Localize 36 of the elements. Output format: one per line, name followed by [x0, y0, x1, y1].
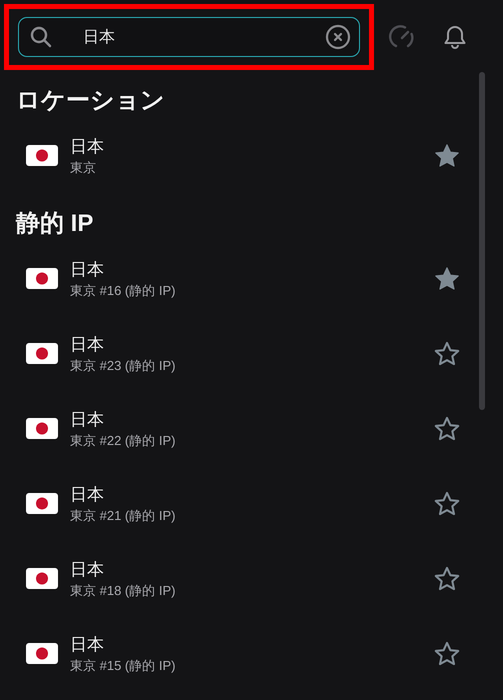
- country-name: 日本: [70, 334, 105, 356]
- section-heading: ロケーション: [16, 86, 166, 116]
- city-name: 東京 #22 (静的 IP): [70, 432, 176, 450]
- city-name: 東京 #21 (静的 IP): [70, 506, 176, 524]
- favorite-star-icon[interactable]: [433, 640, 461, 668]
- favorite-star-icon[interactable]: [433, 264, 461, 292]
- search-icon: [29, 25, 53, 49]
- clear-button[interactable]: [325, 24, 351, 50]
- flag-icon: [26, 268, 58, 289]
- favorite-star-icon[interactable]: [433, 414, 461, 442]
- flag-icon: [26, 643, 58, 664]
- favorite-star-icon[interactable]: [433, 142, 461, 170]
- flag-icon: [26, 568, 58, 589]
- country-name: 日本: [70, 558, 105, 580]
- city-name: 東京 #18 (静的 IP): [70, 582, 176, 600]
- city-name: 東京 #15 (静的 IP): [70, 656, 176, 674]
- city-name: 東京 #16 (静的 IP): [70, 282, 176, 300]
- section-heading: 静的 IP: [16, 209, 94, 239]
- city-name: 東京 #23 (静的 IP): [70, 356, 176, 374]
- country-name: 日本: [70, 258, 105, 280]
- country-name: 日本: [70, 136, 105, 158]
- favorite-star-icon[interactable]: [433, 340, 461, 368]
- flag-icon: [26, 343, 58, 364]
- favorite-star-icon[interactable]: [433, 564, 461, 592]
- search-field[interactable]: 日本: [18, 17, 360, 57]
- city-name: 東京: [70, 158, 97, 176]
- country-name: 日本: [70, 408, 105, 430]
- flag-icon: [26, 493, 58, 514]
- bell-icon[interactable]: [442, 24, 468, 50]
- flag-icon: [26, 418, 58, 439]
- scrollbar[interactable]: [479, 72, 485, 410]
- country-name: 日本: [70, 484, 105, 506]
- country-name: 日本: [70, 634, 105, 656]
- search-input[interactable]: 日本: [81, 27, 297, 47]
- favorite-star-icon[interactable]: [433, 490, 461, 518]
- flag-icon: [26, 145, 58, 166]
